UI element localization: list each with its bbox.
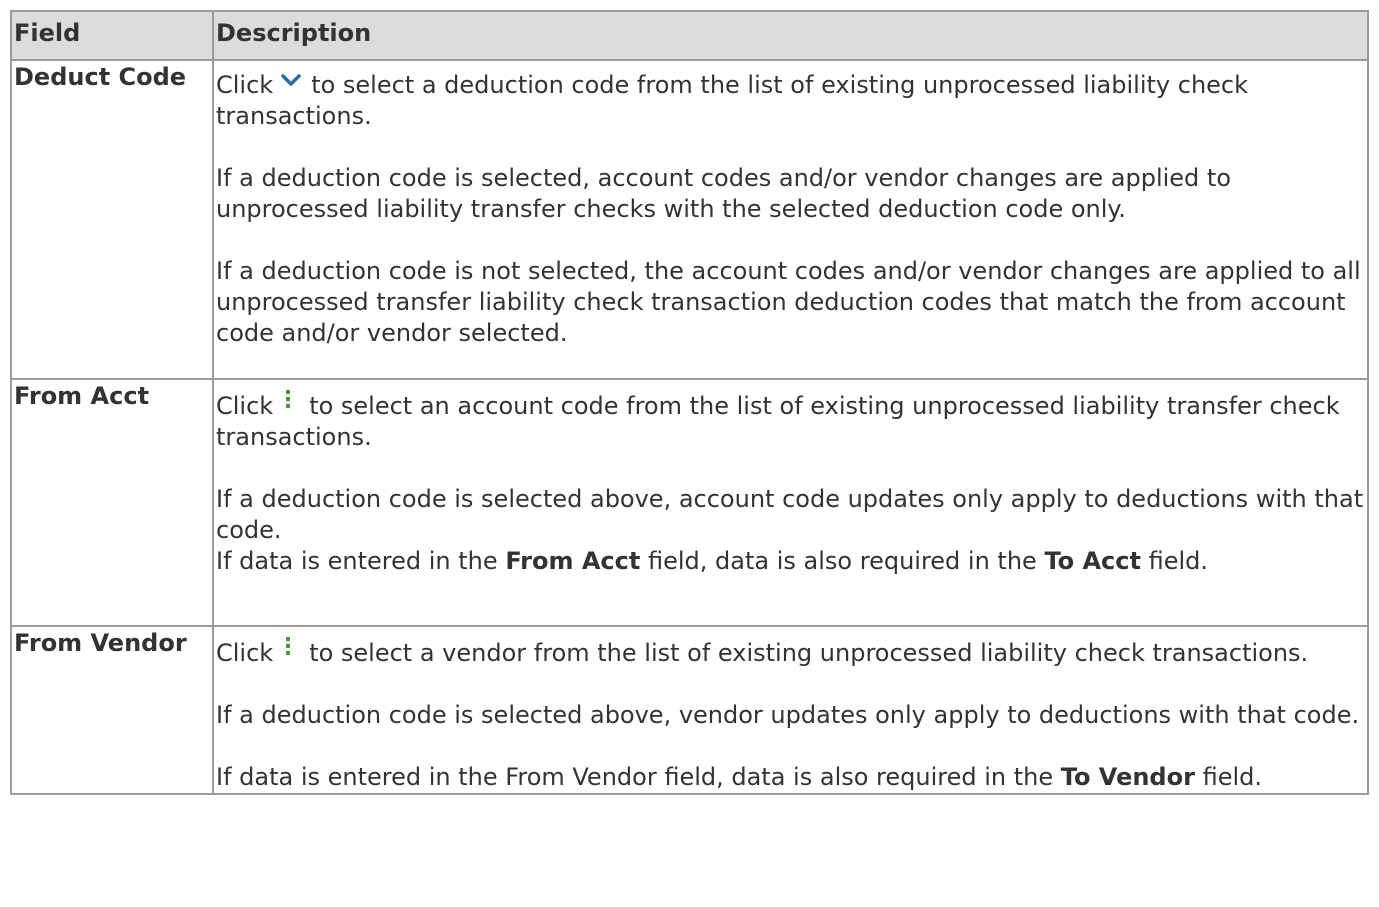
description-paragraph: Click to select a deduction code from the…: [216, 68, 1365, 132]
description-text: field.: [1202, 763, 1262, 791]
description-paragraph: If data is entered in the From Acct fiel…: [216, 546, 1365, 577]
field-name-from-vendor: From Vendor: [10, 625, 214, 795]
description-paragraph: If a deduction code is not selected, the…: [216, 257, 1361, 347]
description-text: to select an account code from the list …: [216, 392, 1340, 451]
description-paragraph: Click to select an account code from the …: [216, 387, 1365, 453]
description-text: to select a vendor from the list of exis…: [309, 639, 1309, 667]
chevron-down-icon: [277, 68, 305, 88]
table-header-row: Field Description: [10, 10, 1369, 61]
field-reference-to-vendor: To Vendor: [1060, 763, 1195, 791]
description-paragraph: If a deduction code is selected, account…: [216, 164, 1232, 223]
description-text: field, data is also required in the: [648, 547, 1037, 575]
field-name-deduct-code: Deduct Code: [10, 59, 214, 380]
description-from-vendor: Click to select a vendor from the list of…: [212, 625, 1369, 795]
field-name-from-acct: From Acct: [10, 378, 214, 627]
description-from-acct: Click to select an account code from the …: [212, 378, 1369, 627]
click-text: Click: [216, 639, 274, 667]
description-paragraph: If a deduction code is selected above, a…: [216, 485, 1364, 544]
description-paragraph: If data is entered in the From Vendor fi…: [216, 762, 1365, 793]
column-header-description: Description: [212, 10, 1369, 61]
click-text: Click: [216, 392, 274, 420]
table-row: Deduct Code Click to select a deduction c…: [10, 59, 1369, 380]
column-header-field: Field: [10, 10, 214, 61]
table-row: From Vendor Click to select a vendor from…: [10, 625, 1369, 795]
vertical-dots-icon: [279, 387, 297, 409]
description-text: If data is entered in the From Vendor fi…: [216, 763, 1054, 791]
description-deduct-code: Click to select a deduction code from the…: [212, 59, 1369, 380]
description-paragraph: Click to select a vendor from the list of…: [216, 634, 1365, 669]
click-text: Click: [216, 71, 274, 99]
description-text: to select a deduction code from the list…: [216, 71, 1249, 130]
description-text: field.: [1148, 547, 1209, 575]
description-text: If data is entered in the: [216, 547, 498, 575]
field-reference-from-acct: From Acct: [505, 547, 641, 575]
vertical-dots-icon: [279, 634, 297, 656]
field-reference-to-acct: To Acct: [1044, 547, 1141, 575]
table-row: From Acct Click to select an account code…: [10, 378, 1369, 627]
field-description-table: Field Description Deduct Code Click to se…: [10, 10, 1369, 795]
description-paragraph: If a deduction code is selected above, v…: [216, 701, 1360, 729]
